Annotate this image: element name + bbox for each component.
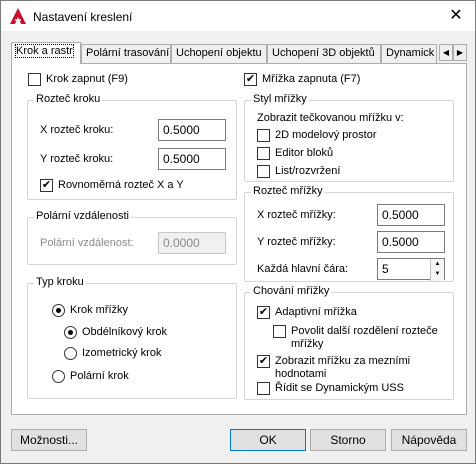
isometric-snap-label: Izometrický krok — [82, 347, 162, 359]
major-line-spin-buttons[interactable]: ▲ ▼ — [430, 259, 444, 281]
polar-snap-radio[interactable] — [52, 370, 65, 383]
grid-behavior-group: Chování mřížky ✔ Adaptivní mřížka Povoli… — [244, 285, 454, 400]
grid-style-caption: Zobrazit tečkovanou mřížku v: — [257, 112, 404, 124]
window-title: Nastavení kreslení — [33, 10, 133, 24]
spin-up-icon[interactable]: ▲ — [431, 259, 444, 269]
cancel-button[interactable]: Storno — [310, 429, 386, 451]
snap-x-input[interactable] — [158, 119, 226, 141]
display-beyond-limits-label: Zobrazit mřížku za mezními hodnotami — [275, 355, 411, 380]
equal-spacing-label: Rovnoměrná rozteč X a Y — [58, 179, 184, 191]
snap-y-label: Y rozteč kroku: — [40, 153, 114, 165]
close-button[interactable]: ✕ — [441, 5, 471, 27]
snap-spacing-title: Rozteč kroku — [34, 93, 103, 105]
tab-bar: Krok a rastr Polární trasování Uchopení … — [11, 42, 467, 64]
snap-on-label: Krok zapnut (F9) — [46, 73, 128, 85]
grid-x-label: X rozteč mřížky: — [257, 209, 336, 221]
rectangular-snap-radio[interactable] — [64, 326, 77, 339]
grid-sheet-layout-label: List/rozvržení — [275, 165, 341, 177]
polar-distance-label: Polární vzdálenost: — [40, 237, 134, 249]
grid-block-editor-label: Editor bloků — [275, 147, 334, 159]
snap-type-title: Typ kroku — [34, 276, 86, 288]
snap-spacing-group: Rozteč kroku X rozteč kroku: Y rozteč kr… — [27, 93, 237, 200]
equal-spacing-checkbox[interactable]: ✔ — [40, 179, 53, 192]
subdivision-label: Povolit další rozdělení rozteče mřížky — [291, 325, 438, 350]
tab-object-snap[interactable]: Uchopení objektu — [171, 44, 267, 63]
snap-x-label: X rozteč kroku: — [40, 124, 114, 136]
snap-on-checkbox[interactable] — [28, 73, 41, 86]
grid-behavior-title: Chování mřížky — [251, 285, 332, 297]
polar-distance-input[interactable] — [158, 232, 226, 254]
major-line-label: Každá hlavní čára: — [257, 263, 349, 275]
tab-3d-object-snap[interactable]: Uchopení 3D objektů — [267, 44, 381, 63]
grid-spacing-group: Rozteč mřížky X rozteč mřížky: Y rozteč … — [244, 185, 454, 282]
grid-on-label: Mřížka zapnuta (F7) — [262, 73, 361, 85]
polar-spacing-title: Polární vzdálenosti — [34, 210, 131, 222]
rectangular-snap-label: Obdélníkový krok — [82, 326, 167, 338]
grid-on-checkbox[interactable]: ✔ — [244, 73, 257, 86]
ok-button[interactable]: OK — [230, 429, 306, 451]
grid-y-label: Y rozteč mřížky: — [257, 236, 336, 248]
grid-style-title: Styl mřížky — [251, 93, 309, 105]
options-button[interactable]: Možnosti... — [11, 429, 87, 451]
autocad-logo-icon — [10, 8, 26, 24]
drafting-settings-dialog: Nastavení kreslení ✕ Krok a rastr Polárn… — [0, 0, 476, 464]
grid-y-input[interactable] — [377, 231, 445, 253]
grid-block-editor-checkbox[interactable] — [257, 147, 270, 160]
tab-snap-grid[interactable]: Krok a rastr — [11, 42, 81, 64]
follow-dynamic-ucs-label: Řídit se Dynamickým USS — [275, 382, 404, 394]
polar-spacing-group: Polární vzdálenosti Polární vzdálenost: — [27, 210, 237, 265]
follow-dynamic-ucs-checkbox[interactable] — [257, 382, 270, 395]
spin-down-icon[interactable]: ▼ — [431, 269, 444, 279]
tab-scroll-right-button[interactable]: ▶ — [453, 44, 467, 61]
help-button[interactable]: Nápověda — [391, 429, 467, 451]
subdivision-checkbox[interactable] — [273, 325, 286, 338]
grid-sheet-layout-checkbox[interactable] — [257, 165, 270, 178]
grid-x-input[interactable] — [377, 204, 445, 226]
adaptive-grid-label: Adaptivní mřížka — [275, 306, 357, 318]
snap-type-group: Typ kroku Krok mřížky Obdélníkový krok I… — [27, 276, 237, 399]
tab-scroll-left-button[interactable]: ◀ — [439, 44, 453, 61]
grid-style-group: Styl mřížky Zobrazit tečkovanou mřížku v… — [244, 93, 454, 182]
major-line-spinner[interactable]: 5 ▲ ▼ — [377, 258, 445, 281]
grid-spacing-title: Rozteč mřížky — [251, 185, 325, 197]
grid-2d-model-checkbox[interactable] — [257, 129, 270, 142]
grid-2d-model-label: 2D modelový prostor — [275, 129, 377, 141]
snap-y-input[interactable] — [158, 148, 226, 170]
tab-dynamic-input[interactable]: Dynamick — [381, 44, 437, 63]
grid-snap-radio[interactable] — [52, 304, 65, 317]
polar-snap-label: Polární krok — [70, 370, 129, 382]
snap-grid-panel: Krok zapnut (F9) Rozteč kroku X rozteč k… — [11, 63, 467, 415]
display-beyond-limits-checkbox[interactable]: ✔ — [257, 355, 270, 368]
title-bar: Nastavení kreslení ✕ — [1, 1, 475, 31]
isometric-snap-radio[interactable] — [64, 347, 77, 360]
adaptive-grid-checkbox[interactable]: ✔ — [257, 306, 270, 319]
grid-snap-label: Krok mřížky — [70, 304, 129, 316]
major-line-value: 5 — [382, 262, 389, 276]
tab-polar-tracking[interactable]: Polární trasování — [81, 44, 171, 63]
